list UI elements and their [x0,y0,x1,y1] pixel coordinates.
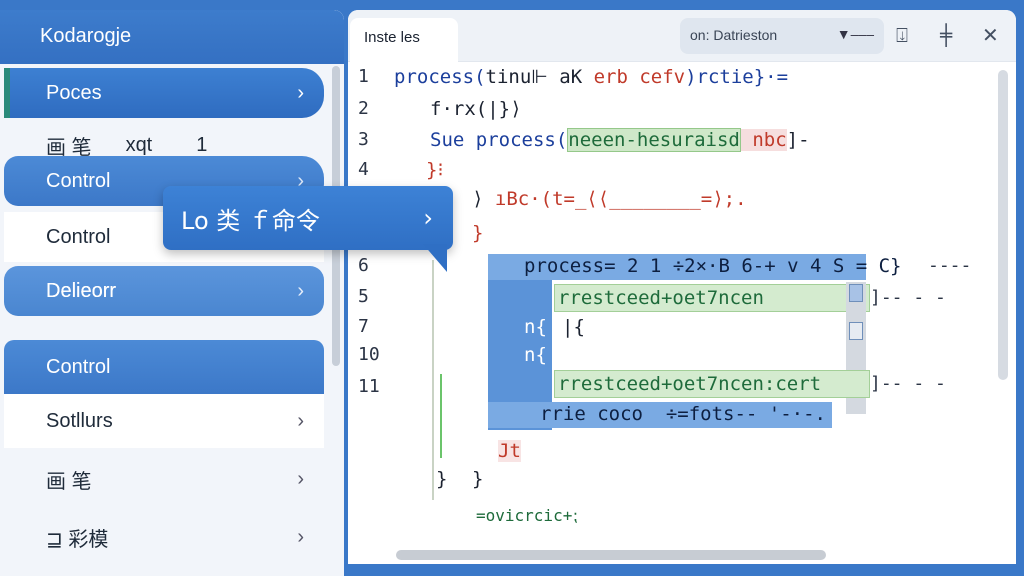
sidebar-item-color-mode[interactable]: ⊒ 彩模 › [4,512,324,562]
code-line: rrestceed+oet7ncen [558,287,764,309]
code-line: rrestceed+oet7ncen:cert [558,373,822,395]
code-line: f·rx(|}⟩ [430,98,522,120]
command-popup[interactable]: Lo 类 ｆ命令 › [163,186,453,250]
line-number: 2 [358,98,369,119]
code-line: process= 2 1 ÷2×·B 6-+ v 4 S = C} [524,255,902,277]
editor-toolbar: Inste les on: Datrieston ▼––– ⍗ ╪ ✕ [348,10,1016,62]
code-editor: Inste les on: Datrieston ▼––– ⍗ ╪ ✕ 1 2 … [348,10,1016,564]
code-line: |{ [562,316,585,338]
sidebar-item-label: Sotllurs [46,409,113,432]
sidebar-item-label: ⊒ 彩模 [46,528,109,551]
search-value: on: Datrieston [690,27,778,43]
chevron-right-icon: › [297,467,304,490]
chevron-right-icon: › [297,279,304,302]
code-line: } [472,222,484,244]
chevron-right-icon: › [297,409,304,432]
code-line: n{ [524,344,547,366]
sidebar-item-label: Delieorr [46,279,117,302]
code-line: ]-- - - [870,287,946,308]
line-number: 4 [358,159,369,180]
scroll-thumb[interactable] [849,322,863,340]
line-number: 11 [358,376,380,397]
editor-vertical-scrollbar[interactable] [998,70,1008,380]
sidebar-item-poces[interactable]: Poces › [4,68,324,118]
app-title: Kodarogje [0,10,344,64]
tab-file[interactable]: Inste les [350,18,458,62]
sidebar-item-delieorr[interactable]: Delieorr › [4,266,324,316]
line-number: 7 [358,316,369,337]
editor-horizontal-scrollbar[interactable] [396,550,826,560]
sidebar-item-control-3[interactable]: Control [4,340,324,394]
pin-icon[interactable]: ╪ [940,23,952,47]
code-block [554,312,846,374]
sidebar-item-count: 1 [196,133,208,156]
line-number: 6 [358,255,369,276]
line-number: 3 [358,129,369,150]
code-line: rrie coco ÷=fots-- '-·-. [540,403,826,425]
sidebar-item-brush-2[interactable]: 画 笔 › [4,454,324,504]
sidebar-item-label: 画 笔 [46,470,92,493]
line-number: 5 [358,286,369,307]
code-line: } [436,468,448,490]
popup-pointer [423,244,447,272]
sidebar-item-sub: xqt [125,133,153,156]
code-line: } [472,468,484,490]
chevron-right-icon: › [297,525,304,548]
code-line: process(tinu⊩ aK erb cefv)rctie}·= [394,66,789,88]
code-line: n{ [524,316,547,338]
sidebar-item-label: Control [46,169,111,192]
sidebar-item-label: Poces [46,81,102,104]
close-icon[interactable]: ✕ [982,23,999,47]
chevron-right-icon: › [423,204,433,232]
sidebar-item-sotllurs[interactable]: Sotllurs › [4,394,324,448]
code-line: ]-- - - [870,373,946,394]
line-number: 10 [358,344,380,365]
code-line: Jt [498,440,521,462]
code-line: =ovicrcic+⁏ [476,506,578,525]
code-line: Sue process(neeen-hesuraisd nbc]- [430,128,810,152]
sidebar-item-label: Control [46,225,111,248]
code-line: ---- [928,255,972,276]
download-icon[interactable]: ⍗ [896,23,908,47]
indent-guide [432,260,434,500]
code-line: ⟩ ıBc·(t=_⟨⟨________=⟩;. [472,188,747,210]
indent-guide [440,374,442,458]
search-input[interactable]: on: Datrieston ▼––– [680,18,884,54]
chevron-down-icon[interactable]: ▼––– [837,26,874,42]
line-gutter: 1 2 3 4 6 5 7 10 11 [348,62,388,542]
sidebar-item-label: Control [46,355,111,378]
line-number: 1 [358,66,369,87]
code-line: }⁝ [426,159,444,181]
scroll-thumb[interactable] [849,284,863,302]
sidebar: Kodarogje Poces › 画 笔 xqt 1 Control › Co… [0,10,344,576]
popup-label: Lo 类 ｆ命令 [181,206,320,235]
chevron-right-icon: › [297,81,304,104]
